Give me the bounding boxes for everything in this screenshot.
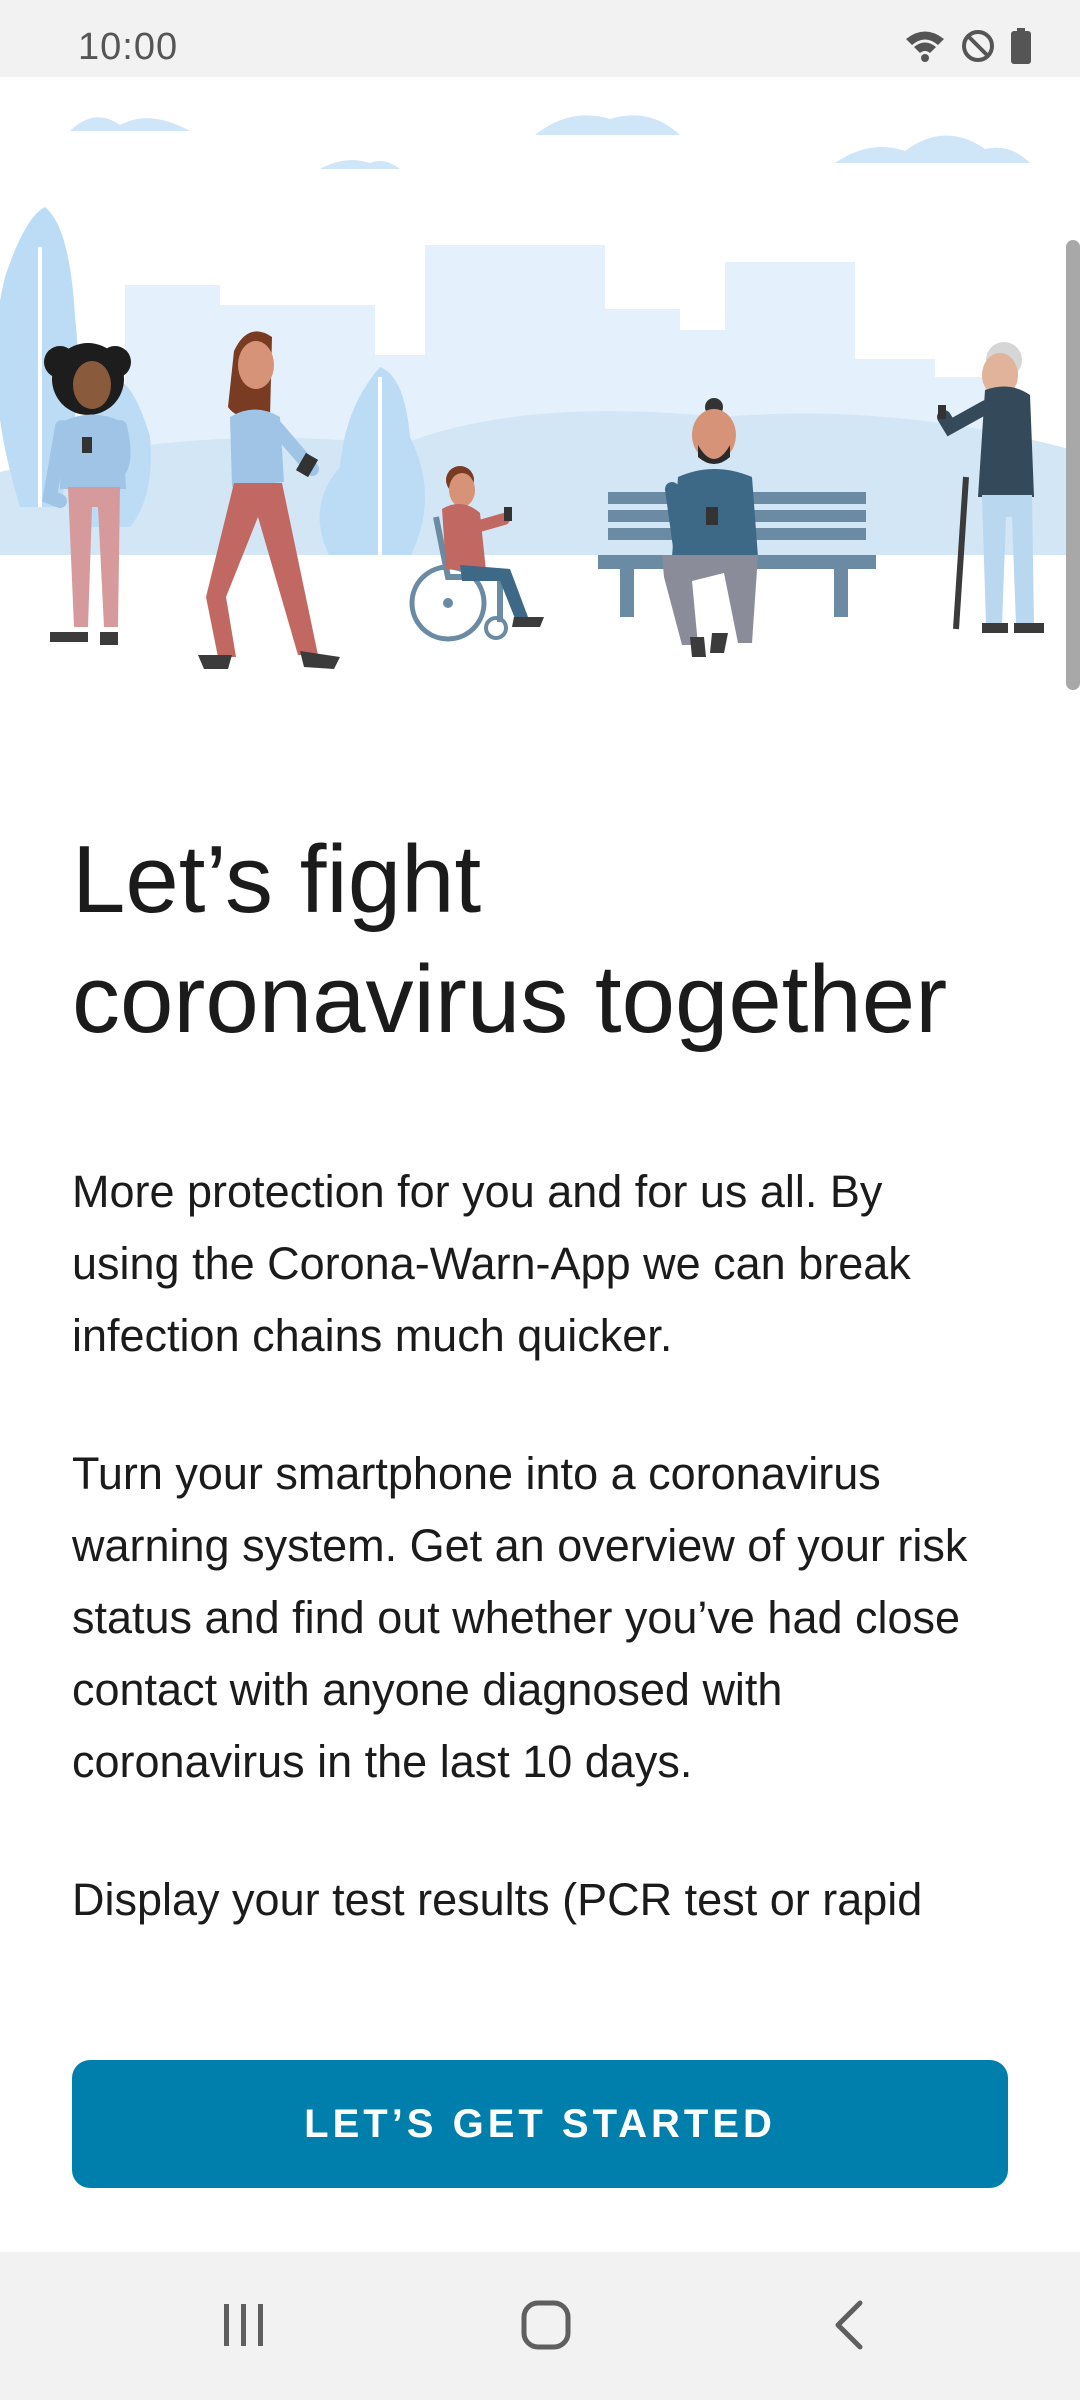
back-icon bbox=[828, 2299, 868, 2356]
intro-paragraph: More protection for you and for us all. … bbox=[72, 1166, 911, 1361]
back-button[interactable] bbox=[798, 2292, 898, 2362]
wifi-icon bbox=[904, 28, 946, 69]
warning-system-paragraph: Turn your smartphone into a coronavirus … bbox=[72, 1448, 968, 1787]
battery-icon bbox=[1010, 27, 1032, 69]
clouds bbox=[70, 115, 1030, 169]
navigation-bar bbox=[0, 2252, 1080, 2400]
onboarding-content: Let’s fight coronavirus together More pr… bbox=[72, 820, 992, 1990]
recent-apps-icon bbox=[221, 2302, 267, 2353]
page-title: Let’s fight coronavirus together bbox=[72, 826, 948, 1053]
home-button[interactable] bbox=[496, 2292, 596, 2362]
status-time: 10:00 bbox=[78, 26, 179, 68]
get-started-button[interactable]: LET’S GET STARTED bbox=[72, 2060, 1008, 2188]
status-icons bbox=[904, 27, 1032, 69]
home-icon bbox=[520, 2299, 572, 2356]
test-results-paragraph: Display your test results (PCR test or r… bbox=[72, 1874, 923, 1925]
cta-area: LET’S GET STARTED bbox=[0, 1990, 1080, 2252]
do-not-disturb-icon bbox=[960, 28, 996, 69]
park-illustration bbox=[0, 115, 1080, 697]
hero-illustration bbox=[0, 77, 1080, 697]
status-bar: 10:00 bbox=[0, 0, 1080, 77]
recent-apps-button[interactable] bbox=[194, 2292, 294, 2362]
scroll-indicator[interactable] bbox=[1066, 240, 1080, 690]
